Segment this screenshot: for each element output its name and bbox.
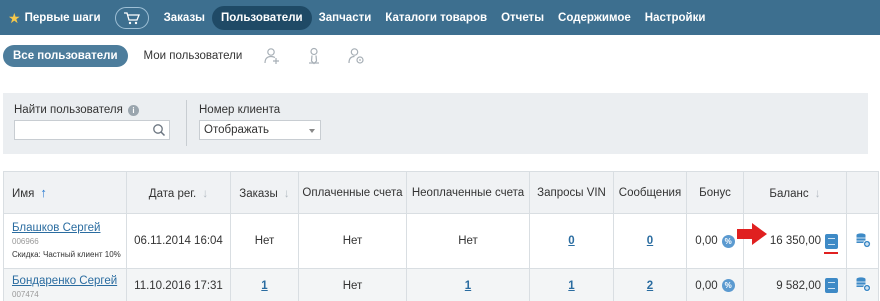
sort-desc-icon: ↓ — [202, 185, 209, 200]
col-name-label: Имя — [12, 188, 35, 200]
unpaid-cell: Нет — [406, 213, 530, 269]
messages-link[interactable]: 0 — [647, 235, 653, 247]
highlight-arrow-icon — [737, 223, 767, 245]
bonus-value: 0,00 — [695, 279, 718, 292]
add-user-button[interactable] — [262, 46, 282, 66]
user-settings-icon — [348, 48, 364, 64]
client-number-value: Отображать — [204, 124, 269, 136]
user-icon — [309, 47, 320, 65]
search-label-wrap: Найти пользователя i — [14, 104, 140, 116]
col-orders-label: Заказы — [239, 187, 278, 200]
cart-button[interactable] — [114, 6, 149, 29]
balance-value: 9 582,00 — [776, 279, 821, 292]
client-number-select[interactable]: Отображать — [199, 120, 321, 140]
col-vin: Запросы VIN — [529, 171, 614, 214]
paid-cell: Нет — [298, 213, 407, 269]
col-bonus: Бонус — [686, 171, 744, 214]
col-orders[interactable]: Заказы ↓ — [230, 171, 299, 214]
vin-cell: 0 — [529, 213, 614, 269]
chevron-down-icon — [309, 129, 315, 133]
reg-date-cell: 06.11.2014 16:04 — [126, 213, 231, 269]
col-balance[interactable]: Баланс ↓ — [743, 171, 847, 214]
filter-panel: Найти пользователя i Номер клиента Отобр… — [3, 93, 868, 154]
info-icon[interactable]: i — [128, 105, 140, 116]
reg-date-cell: 11.10.2016 17:31 — [126, 268, 231, 301]
balance-doc-icon[interactable] — [825, 278, 838, 293]
balance-cell: 9 582,00 — [743, 268, 847, 301]
tab-my-users[interactable]: Мои пользователи — [144, 50, 243, 62]
col-paid: Оплаченные счета — [298, 171, 407, 214]
sort-asc-icon: ↑ — [40, 185, 47, 200]
nav-item-parts[interactable]: Запчасти — [312, 6, 379, 30]
user-id: 006966 — [12, 237, 39, 246]
balance-value: 16 350,00 — [769, 235, 821, 247]
unpaid-cell: 1 — [406, 268, 530, 301]
star-icon: ★ — [8, 9, 21, 26]
user-discount: Скидка: Частный клиент 10% — [12, 250, 121, 259]
messages-cell: 2 — [613, 268, 687, 301]
col-messages: Сообщения — [613, 171, 687, 214]
orders-link[interactable]: 1 — [261, 280, 267, 292]
col-actions — [846, 171, 879, 214]
table-row: Бондаренко Сергей 007474 11.10.2016 17:3… — [3, 268, 879, 301]
top-navigation: ★ Первые шаги Заказы Пользователи Запчас… — [0, 0, 880, 35]
name-cell: Блашков Сергей 006966 Скидка: Частный кл… — [3, 213, 127, 269]
col-name[interactable]: Имя ↑ — [3, 171, 127, 214]
highlight-underline — [824, 251, 838, 254]
percent-icon[interactable]: % — [721, 234, 735, 248]
sort-desc-icon: ↓ — [814, 185, 821, 200]
user-button[interactable] — [304, 46, 324, 66]
nav-item-catalogs[interactable]: Каталоги товаров — [378, 6, 494, 30]
coins-add-icon[interactable] — [855, 232, 871, 248]
bonus-value: 0,00 — [695, 235, 718, 247]
orders-cell: Нет — [230, 213, 299, 269]
coins-add-icon[interactable] — [855, 276, 871, 292]
user-settings-button[interactable] — [346, 46, 366, 66]
client-number-label: Номер клиента — [199, 104, 281, 116]
balance-doc-icon[interactable] — [825, 233, 838, 249]
nav-item-content[interactable]: Содержимое — [551, 6, 638, 30]
percent-icon[interactable]: % — [721, 279, 735, 292]
col-reg-date[interactable]: Дата рег. ↓ — [126, 171, 231, 214]
users-subnav: Все пользователи Мои пользователи — [0, 42, 880, 70]
user-name-link[interactable]: Бондаренко Сергей — [12, 275, 126, 287]
actions-cell — [846, 268, 879, 301]
actions-cell — [846, 213, 879, 269]
tab-all-users[interactable]: Все пользователи — [3, 45, 128, 67]
nav-item-settings[interactable]: Настройки — [638, 6, 713, 30]
name-cell: Бондаренко Сергей 007474 — [3, 268, 127, 301]
col-unpaid: Неоплаченные счета — [406, 171, 530, 214]
nav-item-users[interactable]: Пользователи — [212, 5, 312, 30]
col-balance-label: Баланс — [769, 187, 809, 200]
col-reg-date-label: Дата рег. — [148, 187, 197, 200]
first-steps-link[interactable]: ★ Первые шаги — [0, 0, 109, 35]
first-steps-label: Первые шаги — [24, 11, 101, 24]
bonus-cell: 0,00 % — [686, 268, 744, 301]
bonus-cell: 0,00 % — [686, 213, 744, 269]
cart-icon — [123, 11, 140, 24]
user-id: 007474 — [12, 290, 39, 299]
vin-cell: 1 — [529, 268, 614, 301]
paid-cell: Нет — [298, 268, 407, 301]
user-name-link[interactable]: Блашков Сергей — [12, 222, 126, 234]
search-label: Найти пользователя — [14, 104, 123, 116]
filter-divider — [186, 100, 187, 146]
nav-item-reports[interactable]: Отчеты — [494, 6, 551, 30]
messages-link[interactable]: 2 — [647, 280, 653, 292]
nav-item-orders[interactable]: Заказы — [157, 6, 212, 30]
unpaid-link[interactable]: 1 — [465, 280, 471, 292]
vin-link[interactable]: 0 — [568, 235, 574, 247]
sort-desc-icon: ↓ — [283, 185, 290, 200]
add-user-icon — [264, 48, 280, 64]
search-icon[interactable] — [152, 123, 166, 137]
messages-cell: 0 — [613, 213, 687, 269]
orders-cell: 1 — [230, 268, 299, 301]
table-header-row: Имя ↑ Дата рег. ↓ Заказы ↓ Оплаченные счета… — [3, 171, 879, 214]
vin-link[interactable]: 1 — [568, 280, 574, 292]
search-user-input[interactable] — [14, 120, 170, 140]
